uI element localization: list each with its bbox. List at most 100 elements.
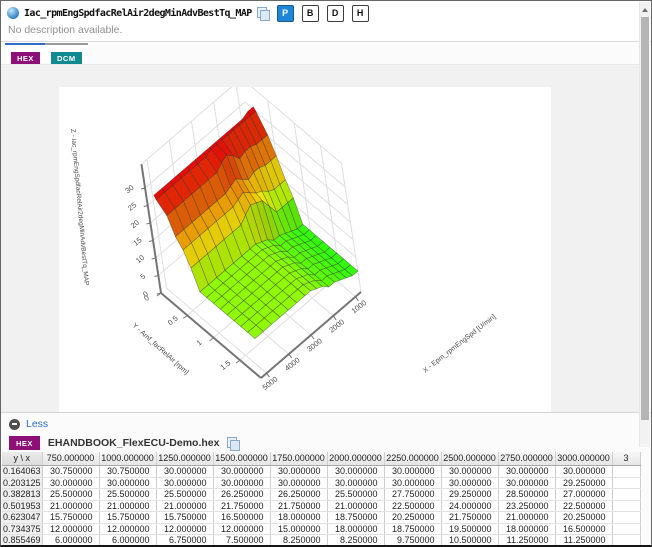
table-cell-partial[interactable] [612,523,640,535]
copy-icon[interactable] [257,7,269,20]
table-cell[interactable]: 21.000000 [327,500,384,512]
source-copy-icon[interactable] [227,437,239,450]
table-cell[interactable]: 30.000000 [327,466,384,478]
table-cell[interactable]: 30.000000 [498,466,555,478]
table-cell[interactable]: 30.000000 [270,466,327,478]
table-cell[interactable]: 16.500000 [213,512,270,524]
table-cell[interactable]: 30.000000 [270,477,327,489]
table-cell[interactable]: 30.000000 [156,477,213,489]
table-cell[interactable]: 30.000000 [213,477,270,489]
table-cell[interactable]: 12.000000 [213,523,270,535]
table-cell[interactable]: 25.500000 [99,489,156,501]
table-cell[interactable]: 30.750000 [42,466,99,478]
row-header[interactable]: 0.855469 [2,535,42,547]
table-cell-partial[interactable] [612,500,640,512]
table-cell[interactable]: 15.750000 [99,512,156,524]
table-cell[interactable]: 10.500000 [441,535,498,547]
row-header[interactable]: 0.382813 [2,489,42,501]
table-cell[interactable]: 26.250000 [213,489,270,501]
table-cell[interactable]: 7.500000 [213,535,270,547]
row-header[interactable]: 0.734375 [2,523,42,535]
table-cell[interactable]: 12.000000 [42,523,99,535]
table-cell[interactable]: 16.500000 [555,523,612,535]
table-cell[interactable]: 9.750000 [384,535,441,547]
table-cell[interactable]: 30.000000 [384,466,441,478]
scrollbar-up-arrow-icon[interactable] [640,4,650,15]
table-cell[interactable]: 21.000000 [99,500,156,512]
table-cell[interactable]: 30.000000 [555,466,612,478]
column-header[interactable]: 2500.000000 [441,452,498,466]
table-cell[interactable]: 18.750000 [384,523,441,535]
table-cell[interactable]: 21.000000 [156,500,213,512]
column-header[interactable]: 2750.000000 [498,452,555,466]
row-header[interactable]: 0.501953 [2,500,42,512]
collapse-minus-icon[interactable] [9,419,20,430]
table-cell[interactable]: 21.750000 [270,500,327,512]
table-cell[interactable]: 18.000000 [270,512,327,524]
column-header[interactable]: 1500.000000 [213,452,270,466]
table-cell[interactable]: 26.250000 [270,489,327,501]
row-header[interactable]: 0.623047 [2,512,42,524]
table-cell[interactable]: 12.000000 [156,523,213,535]
table-cell[interactable]: 8.250000 [327,535,384,547]
table-cell[interactable]: 18.750000 [327,512,384,524]
table-cell[interactable]: 24.000000 [441,500,498,512]
table-cell[interactable]: 28.500000 [498,489,555,501]
table-cell[interactable]: 6.000000 [42,535,99,547]
table-cell[interactable]: 30.000000 [99,477,156,489]
table-cell[interactable]: 21.750000 [441,512,498,524]
column-header[interactable]: 750.000000 [42,452,99,466]
table-corner-header[interactable]: y \ x [2,452,42,466]
table-cell[interactable]: 11.250000 [498,535,555,547]
table-cell[interactable]: 30.000000 [156,466,213,478]
table-cell[interactable]: 12.000000 [99,523,156,535]
table-cell[interactable]: 25.500000 [42,489,99,501]
column-header[interactable]: 1250.000000 [156,452,213,466]
table-cell-partial[interactable] [612,466,640,478]
column-header[interactable]: 3000.000000 [555,452,612,466]
tab-hex[interactable]: HEX [5,43,46,63]
column-header[interactable]: 2250.000000 [384,452,441,466]
view-button-b[interactable]: B [302,5,319,22]
column-header[interactable]: 1000.000000 [99,452,156,466]
table-cell[interactable]: 29.250000 [441,489,498,501]
table-cell[interactable]: 27.000000 [555,489,612,501]
table-cell-partial[interactable] [612,489,640,501]
table-cell[interactable]: 29.250000 [555,477,612,489]
tab-dcm[interactable]: DCM [45,43,88,63]
table-cell[interactable]: 25.500000 [327,489,384,501]
table-cell[interactable]: 22.500000 [555,500,612,512]
table-cell[interactable]: 21.750000 [213,500,270,512]
column-header[interactable]: 2000.000000 [327,452,384,466]
view-button-p[interactable]: P [277,5,294,22]
table-cell[interactable]: 18.000000 [498,523,555,535]
table-cell[interactable]: 30.000000 [441,477,498,489]
table-cell[interactable]: 22.500000 [384,500,441,512]
row-header[interactable]: 0.164063 [2,466,42,478]
vertical-scrollbar[interactable] [639,2,650,447]
table-cell[interactable]: 25.500000 [156,489,213,501]
table-cell[interactable]: 6.750000 [156,535,213,547]
table-cell[interactable]: 18.000000 [327,523,384,535]
less-toggle[interactable]: Less [9,418,48,430]
table-cell[interactable]: 21.000000 [498,512,555,524]
table-cell[interactable]: 20.250000 [555,512,612,524]
table-cell[interactable]: 8.250000 [270,535,327,547]
table-cell[interactable]: 30.000000 [384,477,441,489]
column-header[interactable]: 1750.000000 [270,452,327,466]
table-cell-partial[interactable] [612,535,640,547]
table-cell[interactable]: 27.750000 [384,489,441,501]
row-header[interactable]: 0.203125 [2,477,42,489]
view-button-h[interactable]: H [352,5,369,22]
scrollbar-thumb[interactable] [641,17,649,420]
column-header-partial[interactable]: 3 [612,452,640,466]
surface-plot-canvas[interactable]: 05101520253000.511.510002000300040005000… [59,87,551,412]
table-cell[interactable]: 23.250000 [498,500,555,512]
table-cell[interactable]: 30.000000 [327,477,384,489]
table-cell-partial[interactable] [612,477,640,489]
table-cell[interactable]: 30.000000 [42,477,99,489]
table-cell[interactable]: 15.750000 [42,512,99,524]
table-cell[interactable]: 19.500000 [441,523,498,535]
table-cell[interactable]: 6.000000 [99,535,156,547]
table-cell[interactable]: 30.000000 [498,477,555,489]
